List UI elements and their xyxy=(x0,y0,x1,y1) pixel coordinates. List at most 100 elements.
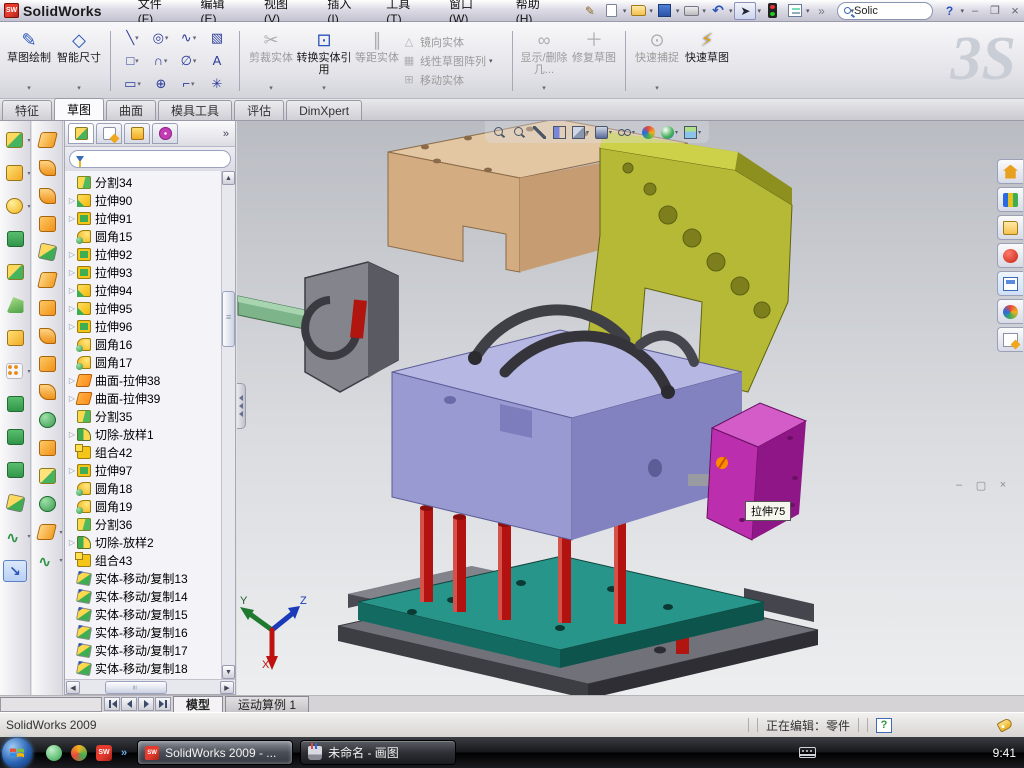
keyboard-language-icon[interactable] xyxy=(799,747,816,758)
model-tab[interactable]: 模型 xyxy=(173,696,223,712)
sketch-entity-button[interactable]: ▧▾ xyxy=(203,26,231,49)
scroll-left-button[interactable]: ◀ xyxy=(66,681,80,694)
feature-tool-button[interactable]: ▾ xyxy=(3,459,27,481)
feature-tool-button[interactable]: ▾ xyxy=(3,360,27,382)
mold-tool-button[interactable]: ▾ xyxy=(35,157,59,179)
expand-arrow-icon[interactable]: ▷ xyxy=(67,196,77,205)
featuremanager-tab[interactable] xyxy=(68,123,94,144)
prev-tab-button[interactable] xyxy=(121,697,137,711)
mold-tool-button[interactable]: ▾ xyxy=(35,549,59,571)
feature-tree-item[interactable]: ▷ 实体-移动/复制17 xyxy=(67,641,235,659)
mold-tool-button[interactable]: ▾ xyxy=(35,493,59,515)
feature-tool-button[interactable]: ▾ xyxy=(3,327,27,349)
app-quicklaunch-icon[interactable] xyxy=(71,745,87,761)
command-tab[interactable]: 评估 xyxy=(234,100,284,120)
feature-tool-button[interactable]: ▾ xyxy=(3,162,27,184)
tray-icon[interactable] xyxy=(928,745,943,760)
stoplight-rebuild-icon[interactable] xyxy=(763,2,783,20)
sketch-entity-button[interactable]: ⊕▾ xyxy=(147,72,175,95)
expand-arrow-icon[interactable]: ▷ xyxy=(67,322,77,331)
mold-tool-button[interactable]: ▾ xyxy=(35,325,59,347)
feature-tree-item[interactable]: ▷ 实体-移动/复制15 xyxy=(67,605,235,623)
smart-dimension-button[interactable]: ◇ 智能尺寸▾ xyxy=(54,25,104,96)
select-tool-button[interactable]: ➤ xyxy=(734,2,756,20)
first-tab-button[interactable] xyxy=(104,697,120,711)
expand-arrow-icon[interactable]: ▷ xyxy=(67,538,77,547)
start-button[interactable] xyxy=(2,738,32,768)
feature-tree-item[interactable]: ▷ 实体-移动/复制13 xyxy=(67,569,235,587)
view-tool-button[interactable]: ▾ xyxy=(642,126,655,139)
mold-tool-button[interactable]: ▾ xyxy=(35,297,59,319)
mold-tool-button[interactable]: ▾ xyxy=(35,521,59,543)
tray-icon[interactable] xyxy=(908,745,923,760)
close-button[interactable]: × xyxy=(1006,3,1024,19)
feature-tool-button[interactable]: ▾ xyxy=(3,261,27,283)
model-tab[interactable]: 运动算例 1 xyxy=(225,696,309,712)
sketch-entity-button[interactable]: ⌐▾ xyxy=(174,72,203,95)
mold-tool-button[interactable]: ▾ xyxy=(35,353,59,375)
taskbar-window-button[interactable]: 未命名 - 画图 xyxy=(300,740,456,765)
feature-tree-item[interactable]: ▷ 拉伸94 xyxy=(67,281,235,299)
sketch-entity-button[interactable]: ✳▾ xyxy=(203,72,231,95)
sketch-entity-button[interactable]: ◎▾ xyxy=(146,26,175,49)
feature-tool-button[interactable]: ▾ xyxy=(3,294,27,316)
offset-entities-button[interactable]: ∥ 等距实体 xyxy=(352,25,402,96)
feature-tree-item[interactable]: ▷ 圆角15 xyxy=(67,227,235,245)
expand-arrow-icon[interactable]: ▷ xyxy=(67,466,77,475)
repair-sketch-button[interactable]: ＋ 修复草图 xyxy=(569,25,619,96)
sketch-entity-button[interactable]: ∩▾ xyxy=(146,49,175,72)
dimxpertmanager-tab[interactable] xyxy=(152,123,178,144)
feature-tree-item[interactable]: ▷ 实体-移动/复制14 xyxy=(67,587,235,605)
view-tool-button[interactable]: ▾ xyxy=(572,126,589,139)
feature-tree-item[interactable]: ▷ 曲面-拉伸39 xyxy=(67,389,235,407)
search-box[interactable]: ▾ xyxy=(837,2,933,20)
next-tab-button[interactable] xyxy=(138,697,154,711)
mold-tool-button[interactable]: ▾ xyxy=(35,269,59,291)
doc-minimize-button[interactable]: – xyxy=(950,478,968,493)
print-button[interactable] xyxy=(681,2,701,20)
feature-tree-item[interactable]: ▷ 圆角18 xyxy=(67,479,235,497)
new-document-button[interactable] xyxy=(602,2,622,20)
view-tool-button[interactable]: ▾ xyxy=(533,126,546,139)
scroll-right-button[interactable]: ▶ xyxy=(220,681,234,694)
command-tab[interactable]: 草图 xyxy=(54,98,104,120)
messenger-quicklaunch-icon[interactable] xyxy=(46,745,62,761)
feature-tree-item[interactable]: ▷ 分割36 xyxy=(67,515,235,533)
feature-tool-button[interactable]: ▾ xyxy=(3,492,27,514)
sketch-entity-button[interactable]: □▾ xyxy=(118,49,147,72)
scroll-up-button[interactable]: ▲ xyxy=(222,171,235,185)
view-tool-button[interactable]: ▾ xyxy=(661,126,678,139)
mold-tool-button[interactable]: ▾ xyxy=(35,465,59,487)
sketch-entity-button[interactable]: A▾ xyxy=(203,49,231,72)
toolbar-overflow-icon[interactable]: » xyxy=(811,2,831,20)
command-tab[interactable]: 特征 xyxy=(2,100,52,120)
view-tool-button[interactable]: ▾ xyxy=(493,126,506,139)
scroll-thumb[interactable] xyxy=(222,291,235,347)
command-tab[interactable]: 模具工具 xyxy=(158,100,232,120)
mold-tool-button[interactable]: ▾ xyxy=(35,437,59,459)
quick-snaps-button[interactable]: ⊙ 快速捕捉▾ xyxy=(632,25,682,96)
tree-horizontal-scrollbar[interactable]: ◀ ▶ xyxy=(65,679,235,694)
tray-icon[interactable] xyxy=(848,745,863,760)
help-button[interactable]: ? xyxy=(939,2,959,20)
linear-sketch-pattern-button[interactable]: ▦ 线性草图阵列 ▾ xyxy=(402,53,506,69)
feature-tree-item[interactable]: ▷ 拉伸91 xyxy=(67,209,235,227)
mold-assembly-model[interactable]: Y Z X xyxy=(237,121,1024,695)
sketch-button[interactable]: ✎ 草图绘制▾ xyxy=(4,25,54,96)
mold-tool-button[interactable]: ▾ xyxy=(35,409,59,431)
expand-arrow-icon[interactable]: ▷ xyxy=(67,214,77,223)
feature-tree-item[interactable]: ▷ 拉伸96 xyxy=(67,317,235,335)
rapid-sketch-button[interactable]: ⚡ 快速草图 xyxy=(682,25,732,96)
sketch-entity-button[interactable]: ∿▾ xyxy=(174,26,203,49)
minimize-button[interactable]: – xyxy=(966,3,984,19)
mold-tool-button[interactable]: ▾ xyxy=(35,185,59,207)
feature-tree-item[interactable]: ▷ 拉伸92 xyxy=(67,245,235,263)
feature-tool-button[interactable]: ▾ xyxy=(3,228,27,250)
view-tool-button[interactable]: ▾ xyxy=(618,126,635,139)
command-tab[interactable]: 曲面 xyxy=(106,100,156,120)
pin-icon[interactable]: ✎ xyxy=(580,2,600,20)
tray-icon[interactable] xyxy=(888,745,903,760)
expand-arrow-icon[interactable]: ▷ xyxy=(67,304,77,313)
feature-tree-item[interactable]: ▷ 拉伸90 xyxy=(67,191,235,209)
mold-tool-button[interactable]: ▾ xyxy=(35,213,59,235)
